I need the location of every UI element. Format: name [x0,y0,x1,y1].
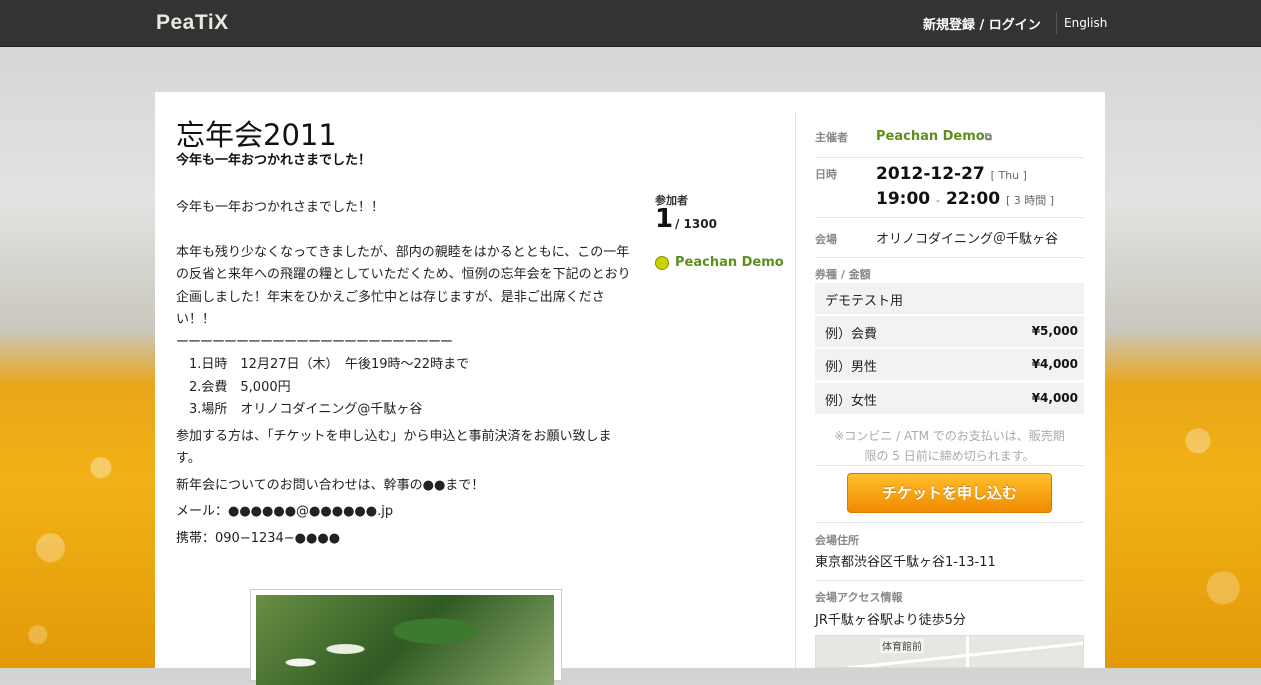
payment-notice: ※コンビニ / ATM でのお支払いは、販売期 限の 5 日前に締め切られます。 [815,426,1084,466]
notice-divider [815,465,1084,466]
peatix-logo[interactable]: PeaTiX [156,11,229,35]
organizer-name: Peachan Demo [876,129,985,144]
description-line: 今年も一年おつかれさまでした！！ [176,200,385,215]
time-start: 19:00 [876,189,931,209]
access-label: 会場アクセス情報 [815,591,903,604]
description-apply-note: 参加する方は、「チケットを申し込む」から申込と事前決済をお願い致します。 [176,428,612,467]
duration-value: [ 3 時間 ] [1006,194,1055,207]
language-switch-link[interactable]: English [1064,16,1107,30]
description-phone: 携帯：090−1234−●●●● [176,530,341,546]
ticket-price: ¥4,000 [1031,391,1078,405]
map-place-label: 体育館前 [880,638,924,653]
ticket-name: 例）女性 [825,394,878,409]
address-divider [815,580,1084,581]
event-photo-frame [250,589,562,685]
ticket-price: ¥4,000 [1031,357,1078,371]
description-item-place: 3.場所 オリノコダイニング@千駄ヶ谷 [176,402,423,417]
ticket-row: 例）男性 ¥4,000 [815,349,1084,380]
time-end: 22:00 [945,189,1001,209]
organizer-link[interactable]: Peachan Demo⧉ [876,129,992,144]
venue-name: オリノコダイニング＠千駄ヶ谷 [876,232,1059,247]
ticket-row: 例）会費 ¥5,000 [815,316,1084,347]
ticket-name: デモテスト用 [825,294,904,309]
event-title: 忘年会2011 [176,118,337,152]
description-email: メール：●●●●●●@●●●●●●.jp [176,504,394,519]
venue-map[interactable]: 体育館前 [815,635,1084,668]
date-value: 2012-12-27 [876,164,985,184]
notice-line: ※コンビニ / ATM でのお支払いは、販売期 [834,429,1065,443]
ticket-price: ¥5,000 [1031,324,1078,338]
address-label: 会場住所 [815,534,859,547]
time-separator: - [936,194,941,207]
ticket-row: デモテスト用 [815,283,1084,314]
event-photo [256,595,554,685]
ticket-name: 例）男性 [825,360,878,375]
attendees-total: / 1300 [675,217,717,231]
description-paragraph: 本年も残り少なくなってきましたが、部内の親睦をはかるとともに、この一年の反省と来… [176,244,631,328]
ticket-name: 例）会費 [825,327,878,342]
description-blank [176,220,631,242]
event-subtitle: 今年も一年おつかれさまでした！ [176,153,372,168]
external-link-icon: ⧉ [984,132,992,143]
apply-divider [815,522,1084,523]
tickets-label: 券種 / 金額 [815,268,871,281]
venue-address: 東京都渋谷区千駄ヶ谷1-13-11 [815,555,996,570]
description-item-fee: 2.会費 5,000円 [176,379,291,395]
event-description: 今年も一年おつかれさまでした！！ 本年も残り少なくなってきましたが、部内の親睦を… [176,197,631,550]
event-card: 忘年会2011 今年も一年おつかれさまでした！ 今年も一年おつかれさまでした！！… [155,92,1105,685]
organizer-label: 主催者 [815,131,848,144]
venue-label: 会場 [815,233,837,246]
nav-divider [1056,12,1057,34]
datetime-label: 日時 [815,168,837,181]
description-contact: 新年会についてのお問い合わせは、幹事の●●まで！ [176,477,485,493]
description-rule: ーーーーーーーーーーーーーーーーーーーーーーー [176,334,453,350]
map-road [966,636,969,667]
notice-line: 限の 5 日前に締め切られます。 [864,449,1035,463]
avatar-icon[interactable] [655,256,669,270]
apply-ticket-button[interactable]: チケットを申し込む [847,473,1052,513]
weekday-value: [ Thu ] [990,169,1027,182]
ticket-row: 例）女性 ¥4,000 [815,383,1084,414]
description-item-date: 1.日時 12月27日（木） 午後19時～22時まで [176,357,470,372]
column-divider [795,112,796,668]
event-time: 19:00 - 22:00 [ 3 時間 ] [876,189,1054,209]
venue-access: JR千駄ヶ谷駅より徒歩5分 [815,613,966,628]
event-date: 2012-12-27 [ Thu ] [876,164,1027,184]
signup-login-link[interactable]: 新規登録 / ログイン [923,14,1041,33]
attendee-name-link[interactable]: Peachan Demo [675,255,784,270]
top-navigation-bar: PeaTiX 新規登録 / ログイン English [0,0,1261,47]
attendees-count: 1 [655,204,674,234]
